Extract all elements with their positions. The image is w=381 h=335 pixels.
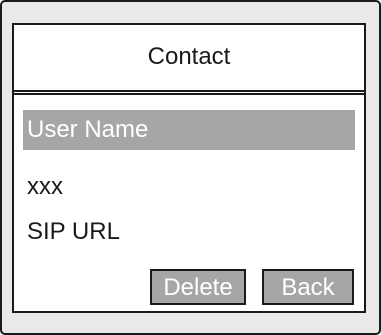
list-item-user-name-value: xxx <box>27 173 63 200</box>
display-screen: Contact User Name xxx SIP URL Delete Bac… <box>12 23 366 313</box>
list-item-user-name[interactable]: User Name <box>23 110 355 150</box>
title-divider <box>14 90 364 95</box>
delete-button[interactable]: Delete <box>150 269 246 305</box>
page-title: Contact <box>147 43 231 70</box>
back-button[interactable]: Back <box>262 269 354 305</box>
phone-device-frame: Contact User Name xxx SIP URL Delete Bac… <box>0 0 381 335</box>
list-item-sip-url[interactable]: SIP URL <box>23 218 120 246</box>
